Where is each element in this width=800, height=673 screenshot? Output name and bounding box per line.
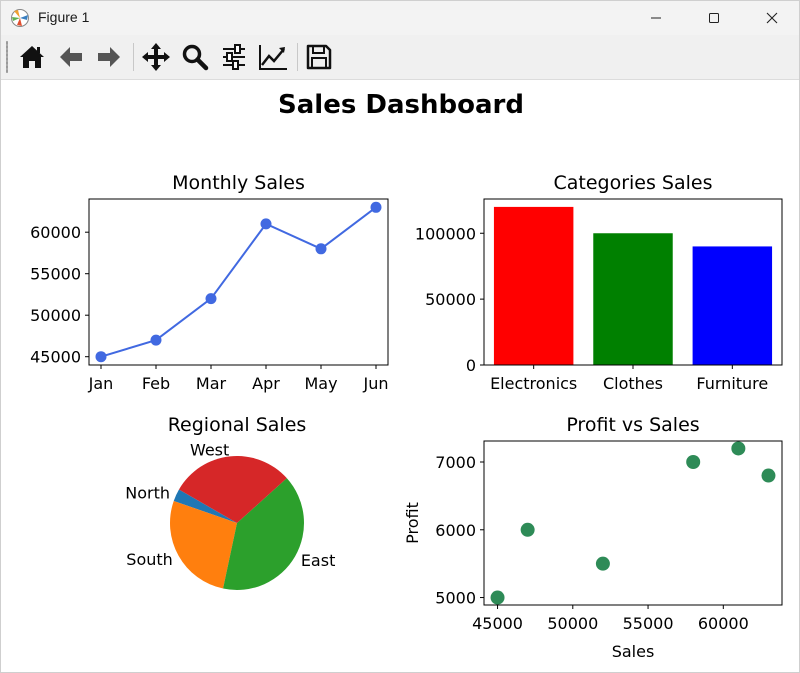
x-tick-label: Jun	[363, 374, 389, 393]
x-tick-label: Furniture	[696, 374, 768, 393]
scatter-point	[520, 522, 535, 537]
x-tick-label: Jan	[88, 374, 114, 393]
minimize-button[interactable]	[627, 1, 685, 35]
window-title: Figure 1	[38, 9, 90, 25]
forward-icon	[98, 47, 120, 67]
scatter-point	[686, 455, 701, 470]
x-tick-label: Mar	[196, 374, 227, 393]
x-tick-label: 60000	[698, 614, 749, 633]
pan-button[interactable]	[140, 41, 172, 73]
x-tick-label: 50000	[547, 614, 598, 633]
y-axis-label: Profit	[403, 502, 422, 544]
pie-label: West	[190, 441, 229, 460]
y-tick-label: 60000	[30, 223, 81, 242]
maximize-button[interactable]	[685, 1, 743, 35]
y-tick-label: 0	[466, 356, 476, 375]
pie-chart-title: Regional Sales	[168, 414, 307, 436]
x-axis-label: Sales	[612, 642, 655, 661]
y-tick-label: 100000	[415, 224, 476, 243]
pan-icon	[142, 43, 170, 71]
toolbar-separator	[133, 43, 134, 71]
maximize-icon	[709, 13, 719, 23]
scatter-point	[731, 441, 746, 456]
scatter-point	[761, 468, 776, 483]
pie-label: South	[126, 550, 173, 569]
line-chart-axes	[88, 198, 389, 366]
figure-window: Figure 1 Sales Dashboard Monthly Sales 4…	[0, 0, 800, 673]
x-tick-label: Feb	[142, 374, 170, 393]
navigation-toolbar	[1, 35, 799, 80]
figure-canvas[interactable]: Sales Dashboard Monthly Sales45000500005…	[1, 80, 799, 672]
toolbar-separator	[297, 43, 298, 71]
y-tick-label: 55000	[30, 265, 81, 284]
x-tick-label: Apr	[252, 374, 280, 393]
pie-label: East	[301, 551, 336, 570]
back-button[interactable]	[55, 41, 87, 73]
bar	[493, 206, 574, 365]
data-point	[205, 293, 217, 305]
pie-label: North	[125, 483, 170, 502]
save-button[interactable]	[303, 41, 335, 73]
data-point	[315, 243, 327, 255]
scatter-point	[595, 556, 610, 571]
minimize-icon	[651, 17, 661, 19]
bar	[692, 246, 773, 365]
x-tick-label: Clothes	[603, 374, 663, 393]
zoom-button[interactable]	[179, 41, 211, 73]
x-tick-label: May	[304, 374, 337, 393]
close-icon	[766, 12, 778, 24]
bar	[593, 233, 673, 365]
x-tick-label: 45000	[472, 614, 523, 633]
y-tick-label: 7000	[435, 453, 476, 472]
save-icon	[306, 44, 332, 70]
line-chart-title: Monthly Sales	[172, 172, 305, 194]
series-line	[100, 206, 377, 358]
toolbar-grip[interactable]	[6, 41, 8, 73]
title-bar[interactable]: Figure 1	[1, 1, 799, 35]
zoom-icon	[182, 44, 209, 71]
close-button[interactable]	[743, 1, 800, 35]
forward-button[interactable]	[93, 41, 125, 73]
y-tick-label: 5000	[435, 589, 476, 608]
home-icon	[20, 46, 44, 68]
y-tick-label: 50000	[30, 306, 81, 325]
bar-chart-title: Categories Sales	[553, 172, 712, 194]
data-point	[150, 334, 162, 346]
figure-suptitle: Sales Dashboard	[278, 90, 524, 120]
back-icon	[60, 47, 82, 67]
data-point	[370, 201, 382, 213]
data-point	[95, 351, 107, 363]
x-tick-label: Electronics	[490, 374, 577, 393]
customize-button[interactable]	[257, 41, 289, 73]
edit-axis-icon	[259, 45, 287, 70]
home-button[interactable]	[16, 41, 48, 73]
scatter-point	[490, 590, 505, 605]
configure-subplots-icon	[223, 44, 245, 70]
scatter-chart-title: Profit vs Sales	[566, 414, 699, 436]
y-tick-label: 6000	[435, 521, 476, 540]
data-point	[260, 218, 272, 230]
y-tick-label: 50000	[425, 290, 476, 309]
y-tick-label: 45000	[30, 348, 81, 367]
x-tick-label: 55000	[623, 614, 674, 633]
subplots-button[interactable]	[218, 41, 250, 73]
matplotlib-icon	[10, 8, 30, 28]
